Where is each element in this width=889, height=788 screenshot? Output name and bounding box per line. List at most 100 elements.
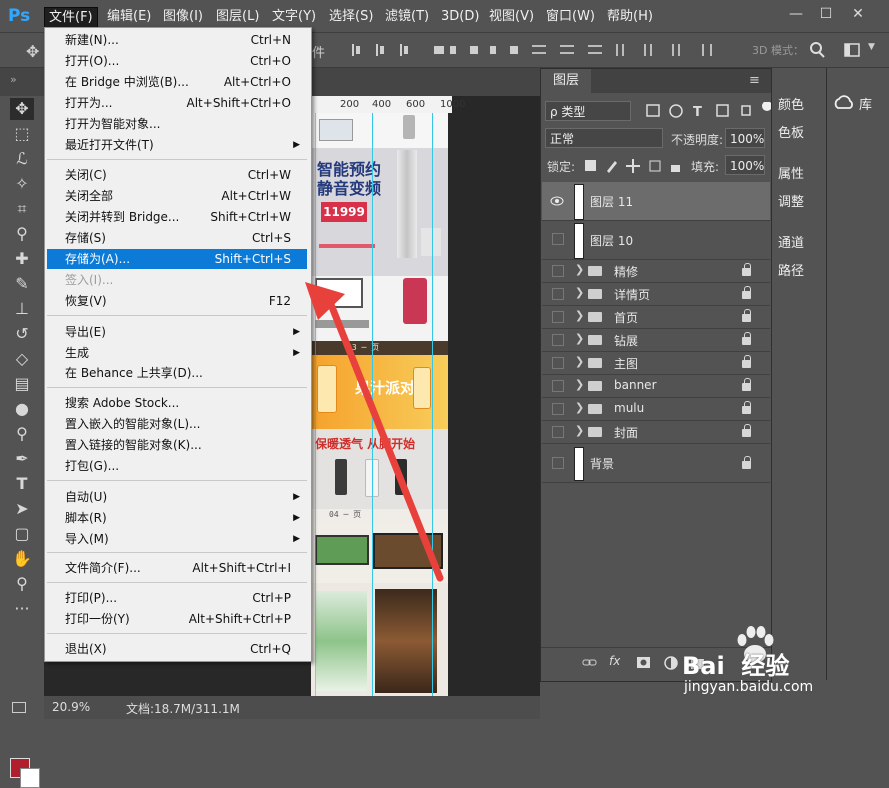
fx-icon[interactable]: fx <box>609 654 620 668</box>
opacity-input[interactable]: 100% <box>725 128 765 148</box>
quick-mask-icon[interactable] <box>12 702 26 713</box>
history-brush-tool-icon[interactable]: ↺ <box>10 323 34 345</box>
panel-swatches[interactable]: 色板 <box>778 122 804 141</box>
layer-group-row[interactable]: ❯ 封面 <box>542 421 770 444</box>
menu-window[interactable]: 窗口(W) <box>542 7 599 27</box>
lock-options-icons[interactable] <box>583 157 683 175</box>
menu-item-open-as[interactable]: 打开为... Alt+Shift+Ctrl+O <box>47 93 307 113</box>
move-tool-icon[interactable]: ✥ <box>10 98 34 120</box>
menu-3d[interactable]: 3D(D) <box>437 7 483 27</box>
chevron-right-icon[interactable]: ❯ <box>575 424 584 437</box>
workspace-icon[interactable] <box>843 41 863 59</box>
menu-item-generate[interactable]: 生成 ▶ <box>47 343 307 363</box>
visibility-box[interactable] <box>552 457 564 469</box>
panel-channels[interactable]: 通道 <box>778 232 804 251</box>
distribute-icons[interactable] <box>530 40 760 60</box>
menu-item-share-behance[interactable]: 在 Behance 上共享(D)... <box>47 363 307 383</box>
maximize-button[interactable]: ☐ <box>813 4 839 24</box>
visibility-box[interactable] <box>552 403 564 415</box>
menu-item-save[interactable]: 存储(S) Ctrl+S <box>47 228 307 248</box>
eyedropper-tool-icon[interactable]: ⚲ <box>10 223 34 245</box>
layer-group-row[interactable]: ❯ 主图 <box>542 352 770 375</box>
layer-group-row[interactable]: ❯ 首页 <box>542 306 770 329</box>
visibility-box[interactable] <box>552 357 564 369</box>
menu-item-close-all[interactable]: 关闭全部 Alt+Ctrl+W <box>47 186 307 206</box>
layer-filter-icons[interactable]: T <box>641 102 771 120</box>
menu-item-revert[interactable]: 恢复(V) F12 <box>47 291 307 311</box>
menu-item-new[interactable]: 新建(N)... Ctrl+N <box>47 30 307 50</box>
menu-item-close-go-bridge[interactable]: 关闭并转到 Bridge... Shift+Ctrl+W <box>47 207 307 227</box>
menu-filter[interactable]: 滤镜(T) <box>381 7 433 27</box>
menu-item-open[interactable]: 打开(O)... Ctrl+O <box>47 51 307 71</box>
chevron-right-icon[interactable]: ❯ <box>575 309 584 322</box>
layer-filter-select[interactable]: ρ 类型 <box>545 101 631 121</box>
menu-item-automate[interactable]: 自动(U) ▶ <box>47 487 307 507</box>
menu-select[interactable]: 选择(S) <box>325 7 377 27</box>
brush-tool-icon[interactable]: ✎ <box>10 273 34 295</box>
lasso-tool-icon[interactable]: ℒ <box>10 148 34 170</box>
menu-item-print[interactable]: 打印(P)... Ctrl+P <box>47 588 307 608</box>
menu-item-open-smart-object[interactable]: 打开为智能对象... <box>47 114 307 134</box>
panel-properties[interactable]: 属性 <box>778 163 804 182</box>
menu-item-place-embedded[interactable]: 置入嵌入的智能对象(L)... <box>47 414 307 434</box>
layer-group-row[interactable]: ❯ 详情页 <box>542 283 770 306</box>
pen-tool-icon[interactable]: ✒ <box>10 448 34 470</box>
panel-adjustments[interactable]: 调整 <box>778 191 804 210</box>
tab-collapse-icon[interactable]: » <box>10 73 17 86</box>
more-tools-icon[interactable]: ··· <box>10 598 34 620</box>
menu-item-place-linked[interactable]: 置入链接的智能对象(K)... <box>47 435 307 455</box>
menu-item-search-stock[interactable]: 搜索 Adobe Stock... <box>47 393 307 413</box>
visibility-box[interactable] <box>552 426 564 438</box>
menu-item-browse-bridge[interactable]: 在 Bridge 中浏览(B)... Alt+Ctrl+O <box>47 72 307 92</box>
chevron-right-icon[interactable]: ❯ <box>575 355 584 368</box>
fill-input[interactable]: 100% <box>725 155 765 175</box>
background-color-swatch[interactable] <box>20 768 40 788</box>
menu-item-package[interactable]: 打包(G)... <box>47 456 307 476</box>
minimize-button[interactable]: — <box>783 4 809 24</box>
close-button[interactable]: ✕ <box>845 4 871 24</box>
menu-item-save-as[interactable]: 存储为(A)... Shift+Ctrl+S <box>47 249 307 269</box>
gradient-tool-icon[interactable]: ▤ <box>10 373 34 395</box>
layer-group-row[interactable]: ❯ banner <box>542 375 770 398</box>
visibility-box[interactable] <box>552 265 564 277</box>
blend-mode-select[interactable]: 正常 <box>545 128 663 148</box>
panel-menu-icon[interactable]: ≡ <box>749 73 760 88</box>
menu-image[interactable]: 图像(I) <box>159 7 207 27</box>
search-icon[interactable] <box>808 41 828 59</box>
layer-group-row[interactable]: ❯ mulu <box>542 398 770 421</box>
layer-group-row[interactable]: ❯ 精修 <box>542 260 770 283</box>
chevron-right-icon[interactable]: ❯ <box>575 378 584 391</box>
zoom-tool-icon[interactable]: ⚲ <box>10 573 34 595</box>
adjustment-icon[interactable] <box>663 654 681 672</box>
menu-item-import[interactable]: 导入(M) ▶ <box>47 529 307 549</box>
eye-icon[interactable] <box>550 194 564 208</box>
stamp-tool-icon[interactable]: ⊥ <box>10 298 34 320</box>
layer-group-row[interactable]: ❯ 钻展 <box>542 329 770 352</box>
visibility-box[interactable] <box>552 311 564 323</box>
menu-edit[interactable]: 编辑(E) <box>103 7 155 27</box>
move-tool-icon[interactable]: ✥ <box>26 42 39 61</box>
menu-item-close[interactable]: 关闭(C) Ctrl+W <box>47 165 307 185</box>
menu-item-scripts[interactable]: 脚本(R) ▶ <box>47 508 307 528</box>
layer-row-10[interactable]: 图层 10 <box>542 221 770 260</box>
chevron-right-icon[interactable]: ❯ <box>575 263 584 276</box>
layer-row-11[interactable]: 图层 11 <box>542 182 770 221</box>
menu-item-export[interactable]: 导出(E) ▶ <box>47 322 307 342</box>
menu-item-recent-files[interactable]: 最近打开文件(T) ▶ <box>47 135 307 155</box>
eraser-tool-icon[interactable]: ◇ <box>10 348 34 370</box>
chevron-right-icon[interactable]: ❯ <box>575 401 584 414</box>
visibility-box[interactable] <box>552 380 564 392</box>
link-icon[interactable] <box>581 654 599 672</box>
menu-type[interactable]: 文字(Y) <box>268 7 320 27</box>
menu-view[interactable]: 视图(V) <box>485 7 538 27</box>
menu-file[interactable]: 文件(F) <box>44 7 98 29</box>
creative-cloud-icon[interactable] <box>833 94 855 112</box>
zoom-level[interactable]: 20.9% <box>52 700 90 714</box>
tab-layers[interactable]: 图层 <box>541 69 591 93</box>
visibility-box[interactable] <box>552 334 564 346</box>
layer-row-background[interactable]: 背景 <box>542 444 770 483</box>
type-tool-icon[interactable]: T <box>10 473 34 495</box>
menu-layer[interactable]: 图层(L) <box>212 7 263 27</box>
marquee-tool-icon[interactable]: ⬚ <box>10 123 34 145</box>
shape-tool-icon[interactable]: ▢ <box>10 523 34 545</box>
